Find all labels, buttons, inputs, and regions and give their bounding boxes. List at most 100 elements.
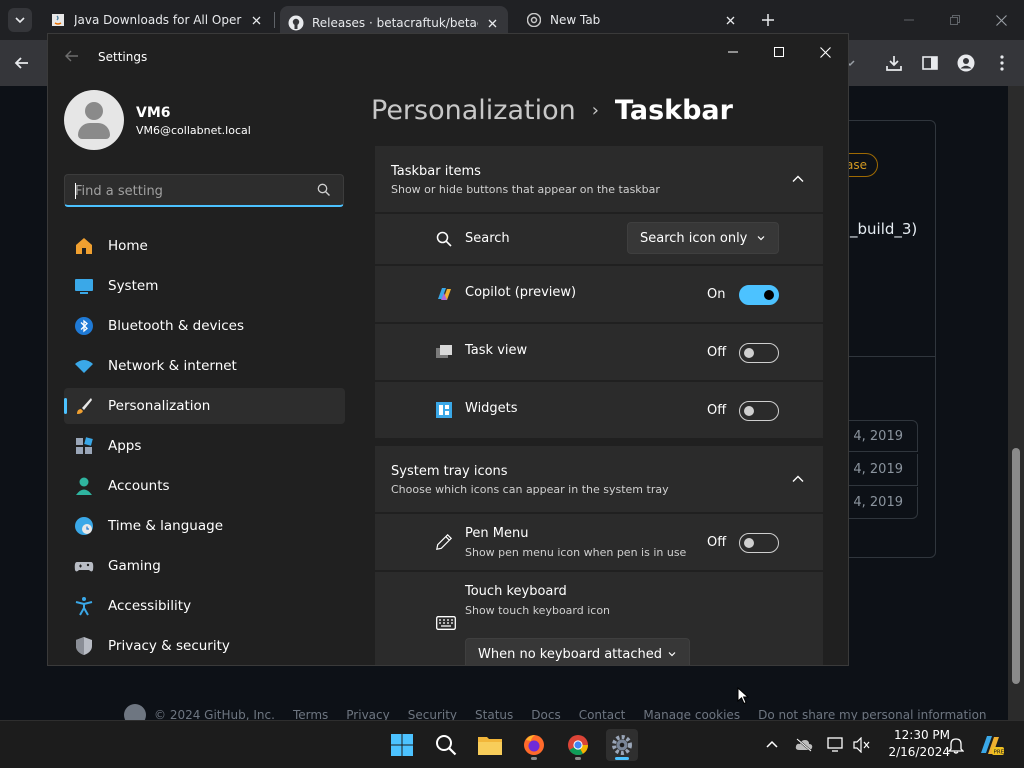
close-icon[interactable]	[248, 12, 264, 28]
avatar[interactable]	[64, 90, 124, 150]
tab-title: New Tab	[550, 13, 601, 27]
breadcrumb-separator: ›	[591, 99, 599, 121]
tab-search-button[interactable]	[8, 8, 32, 32]
task-view-icon	[435, 343, 453, 361]
row-label: Search	[465, 231, 510, 246]
settings-taskbar-button[interactable]	[606, 729, 638, 761]
tab-separator	[274, 12, 275, 28]
search-row: Search Search icon only	[375, 212, 823, 264]
taskbar-clock[interactable]: 12:30 PM 2/16/2024	[878, 727, 950, 761]
browser-tab-new-tab[interactable]: New Tab	[518, 6, 746, 34]
nav-item-gaming[interactable]: Gaming	[64, 548, 345, 584]
scrollbar-thumb[interactable]	[1012, 448, 1020, 684]
close-icon[interactable]	[484, 15, 500, 31]
new-tab-button[interactable]	[758, 10, 778, 30]
nav-item-accessibility[interactable]: Accessibility	[64, 588, 345, 624]
chevron-up-icon[interactable]	[791, 172, 805, 186]
bell-icon	[948, 738, 964, 754]
asset-date: p 4, 2019	[840, 495, 903, 510]
widgets-icon	[435, 401, 453, 419]
task-view-toggle[interactable]	[739, 343, 779, 363]
maximize-icon	[774, 47, 784, 57]
keyboard-icon	[435, 614, 457, 632]
nav-item-personalization[interactable]: Personalization	[64, 388, 345, 424]
volume-tray-icon[interactable]	[852, 735, 872, 755]
pen-icon	[435, 533, 453, 551]
toggle-knob	[764, 290, 774, 300]
start-button[interactable]	[386, 729, 418, 761]
globe-icon	[74, 516, 94, 536]
browser-tab-java[interactable]: Java Downloads for All Operating Systems	[42, 6, 272, 34]
widgets-row: Widgets Off	[375, 380, 823, 438]
settings-close-button[interactable]	[802, 38, 848, 66]
side-panel-button[interactable]	[916, 49, 944, 77]
nav-item-bluetooth[interactable]: Bluetooth & devices	[64, 308, 345, 344]
toggle-knob	[744, 348, 754, 358]
nav-item-apps[interactable]: Apps	[64, 428, 345, 464]
show-hidden-icons-button[interactable]	[762, 735, 782, 755]
arrow-left-icon	[14, 57, 28, 69]
page-title: Taskbar	[614, 94, 733, 126]
home-icon	[74, 236, 94, 256]
nav-label: Privacy & security	[108, 638, 230, 654]
more-vertical-icon	[1000, 55, 1004, 71]
file-explorer-button[interactable]	[474, 729, 506, 761]
settings-nav: Home System Bluetooth & devices Network …	[64, 228, 345, 665]
chrome-icon	[526, 12, 542, 28]
arrow-left-icon	[65, 50, 78, 62]
breadcrumb-parent[interactable]: Personalization	[371, 95, 576, 126]
active-indicator	[615, 757, 629, 760]
search-icon[interactable]	[317, 183, 331, 197]
taskbar-search-button[interactable]	[430, 729, 462, 761]
profile-button[interactable]	[952, 49, 980, 77]
network-tray-icon[interactable]	[826, 735, 846, 755]
copilot-icon	[435, 285, 453, 303]
accessibility-icon	[74, 596, 94, 616]
firefox-button[interactable]	[518, 729, 550, 761]
touch-keyboard-dropdown[interactable]: When no keyboard attached	[465, 638, 690, 665]
system-tray-header[interactable]: System tray icons Choose which icons can…	[375, 446, 823, 512]
row-description: Show touch keyboard icon	[465, 604, 611, 617]
section-title: Taskbar items	[391, 164, 481, 179]
pen-menu-row: Pen Menu Show pen menu icon when pen is …	[375, 512, 823, 570]
settings-back-button[interactable]	[64, 48, 80, 64]
row-description: Show pen menu icon when pen is in use	[465, 546, 687, 559]
settings-maximize-button[interactable]	[756, 38, 802, 66]
chevron-down-icon	[15, 17, 25, 24]
back-button[interactable]	[8, 49, 36, 77]
nav-item-network[interactable]: Network & internet	[64, 348, 345, 384]
wifi-icon	[74, 356, 94, 376]
close-icon	[819, 46, 831, 58]
bluetooth-icon	[74, 316, 94, 336]
browser-restore-button[interactable]	[932, 6, 978, 34]
release-title-fragment[interactable]: _build_3)	[850, 220, 917, 238]
chevron-up-icon[interactable]	[791, 472, 805, 486]
taskbar-items-header[interactable]: Taskbar items Show or hide buttons that …	[375, 146, 823, 212]
find-setting-input[interactable]	[75, 181, 305, 201]
close-icon[interactable]	[722, 12, 738, 28]
copilot-taskbar-button[interactable]: PRE	[978, 731, 1006, 759]
browser-minimize-button[interactable]	[886, 6, 932, 34]
minimize-icon	[904, 19, 914, 21]
browser-menu-button[interactable]	[988, 49, 1016, 77]
onedrive-tray-icon[interactable]	[794, 735, 814, 755]
chrome-button[interactable]	[562, 729, 594, 761]
asset-date: p 4, 2019	[840, 462, 903, 477]
taskbar-items-section: Taskbar items Show or hide buttons that …	[375, 146, 823, 438]
network-icon	[827, 737, 843, 752]
nav-item-accounts[interactable]: Accounts	[64, 468, 345, 504]
downloads-button[interactable]	[880, 49, 908, 77]
widgets-toggle[interactable]	[739, 401, 779, 421]
settings-minimize-button[interactable]	[710, 38, 756, 66]
profile-icon	[957, 54, 975, 72]
nav-item-home[interactable]: Home	[64, 228, 345, 264]
nav-item-time-language[interactable]: Time & language	[64, 508, 345, 544]
find-setting-box[interactable]	[64, 174, 344, 207]
nav-item-privacy[interactable]: Privacy & security	[64, 628, 345, 664]
browser-close-button[interactable]	[978, 6, 1024, 34]
copilot-toggle[interactable]	[739, 285, 779, 305]
pen-menu-toggle[interactable]	[739, 533, 779, 553]
search-mode-dropdown[interactable]: Search icon only	[627, 222, 779, 254]
nav-item-system[interactable]: System	[64, 268, 345, 304]
folder-icon	[478, 737, 502, 755]
